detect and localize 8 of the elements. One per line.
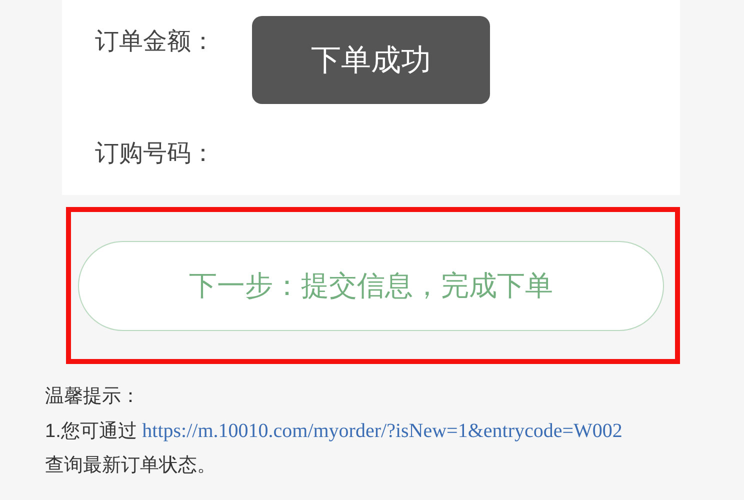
- field-label: 订购号码：: [95, 139, 216, 169]
- order-link[interactable]: https://m.10010.com/myorder/?isNew=1&entrycode=W002: [142, 420, 622, 442]
- success-toast: 下单成功: [252, 16, 490, 104]
- tip-text: 1.您可通过: [45, 421, 137, 442]
- field-label: 订单金额：: [95, 27, 216, 57]
- tip-text: 查询最新订单状态。: [45, 454, 217, 478]
- tips-title: 温馨提示：: [45, 385, 141, 409]
- next-step-button[interactable]: 下一步：提交信息，完成下单: [78, 240, 664, 330]
